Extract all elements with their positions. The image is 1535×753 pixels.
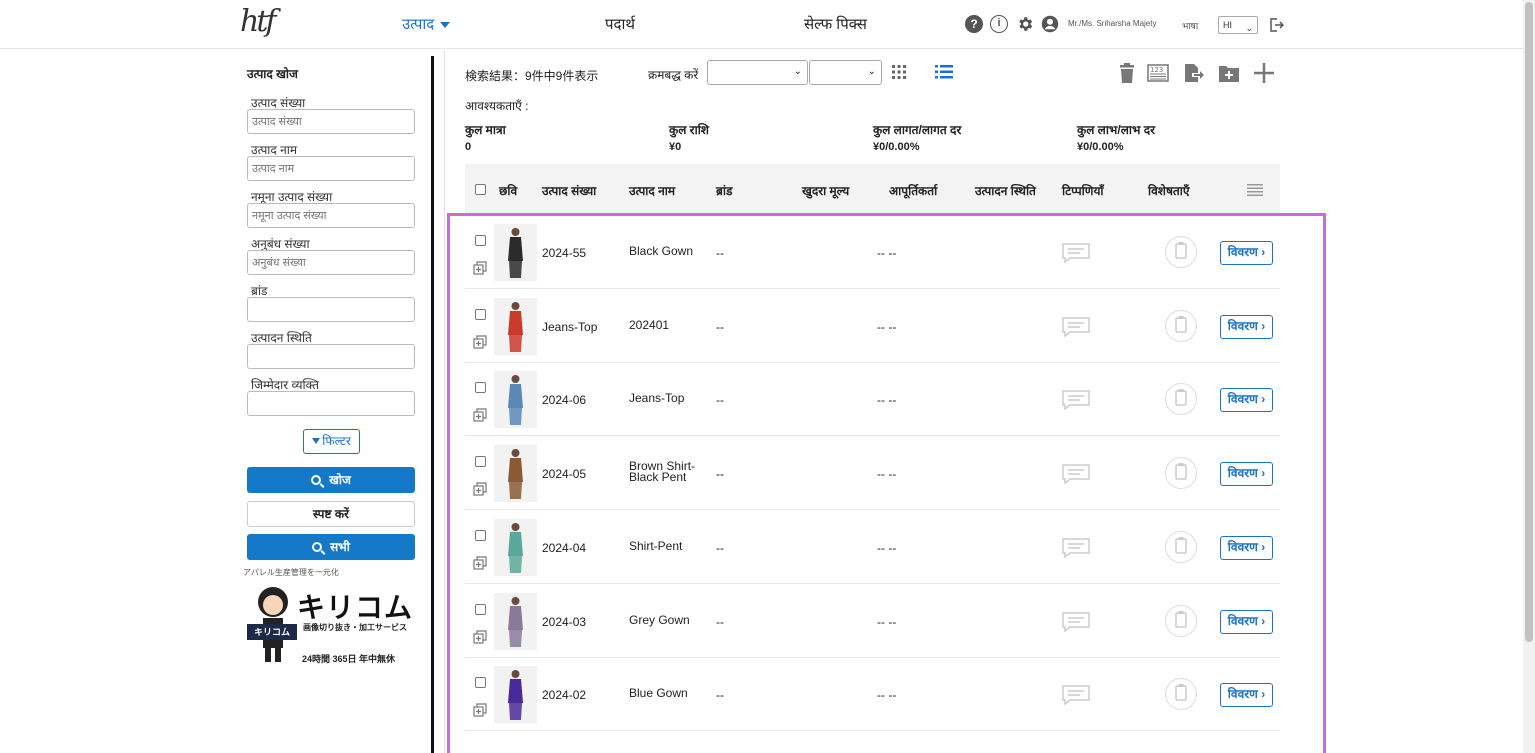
logout-icon[interactable] — [1268, 17, 1285, 33]
sidebar-divider — [431, 56, 434, 753]
col-product-name[interactable]: उत्पाद नाम — [629, 182, 675, 199]
language-select[interactable]: HI ⌄ — [1218, 16, 1258, 34]
col-image[interactable]: छवि — [499, 182, 517, 199]
search-icon — [311, 475, 322, 485]
export-icon[interactable] — [1182, 62, 1204, 84]
sidebar-title: उत्पाद खोज — [247, 67, 298, 81]
col-production-status[interactable]: उत्पादन स्थिति — [975, 182, 1036, 199]
brand-input[interactable] — [247, 297, 415, 322]
search-label: खोज — [329, 473, 351, 487]
col-supplier[interactable]: आपूर्तिकर्ता — [889, 182, 937, 199]
total-cost-value: ¥0/0.00% — [873, 141, 920, 153]
chevron-down-icon: ⌄ — [793, 66, 802, 77]
chevron-down-icon: ⌄ — [867, 66, 876, 77]
product-list-main: 検索結果：9件中9件表示 क्रमबद्ध करें ⌄ ⌄ 123 आवश्य… — [444, 50, 1523, 753]
filter-icon — [312, 438, 321, 444]
list-view-icon[interactable] — [935, 65, 953, 79]
user-avatar-icon[interactable] — [1041, 15, 1059, 33]
table-header: छवि उत्पाद संख्या उत्पाद नाम ब्रांड खुदर… — [465, 164, 1280, 214]
show-all-label: सभी — [330, 540, 350, 554]
requirements-label: आवश्यकताएँ : — [465, 99, 529, 113]
scrollbar-thumb[interactable] — [1525, 2, 1533, 642]
chevron-down-icon: ⌄ — [1245, 23, 1253, 33]
filter-label: फिल्टर — [322, 434, 351, 448]
ad-footer: 24時間 365日 年中無休 — [302, 654, 396, 664]
add-icon[interactable] — [1253, 62, 1275, 84]
col-comments[interactable]: टिप्पणियाँ — [1062, 182, 1104, 199]
sort-label: क्रमबद्ध करें — [648, 68, 699, 82]
svg-text:123: 123 — [1150, 66, 1163, 74]
kiricom-ad-banner[interactable]: キリコム キリコム 画像切り抜き・加工サービス 24時間 365日 年中無休 — [247, 582, 417, 668]
clear-button[interactable]: स्पष्ट करें — [247, 501, 415, 527]
nav-products-label: उत्पाद — [402, 16, 435, 33]
filter-button[interactable]: फिल्टर — [303, 429, 360, 454]
result-count: 検索結果：9件中9件表示 — [465, 69, 599, 83]
grid-view-icon[interactable] — [892, 65, 906, 79]
ad-subtitle: 画像切り抜き・加工サービス — [303, 623, 407, 632]
user-name: Mr./Ms. Sriharsha Majety — [1068, 19, 1157, 28]
chevron-down-icon — [440, 22, 451, 29]
production-status-input[interactable] — [247, 344, 415, 369]
nav-self-picks[interactable]: सेल्फ पिक्स — [804, 14, 867, 34]
page-scrollbar[interactable] — [1523, 0, 1535, 753]
info-icon[interactable]: i — [990, 15, 1008, 33]
search-sidebar: उत्पाद खोज उत्पाद संख्या उत्पाद नाम नमून… — [240, 50, 425, 753]
select-all-checkbox[interactable] — [475, 184, 486, 195]
nav-materials[interactable]: पदार्थ — [605, 14, 635, 34]
language-value: HI — [1223, 20, 1232, 30]
col-product-number[interactable]: उत्पाद संख्या — [542, 182, 596, 199]
total-profit-label: कुल लाभ/लाभ दर — [1077, 123, 1155, 137]
gear-icon[interactable] — [1016, 15, 1034, 33]
column-menu-icon[interactable] — [1247, 184, 1263, 196]
sort-order-select[interactable]: ⌄ — [809, 60, 882, 85]
col-retail-price[interactable]: खुदरा मूल्य — [802, 182, 849, 199]
total-amount-label: कुल राशि — [669, 123, 709, 137]
total-amount-value: ¥0 — [669, 141, 682, 153]
add-folder-icon[interactable] — [1218, 62, 1240, 84]
sort-field-select[interactable]: ⌄ — [707, 60, 808, 85]
search-icon — [312, 542, 323, 552]
language-label: भाषा — [1182, 21, 1199, 31]
app-logo[interactable]: htf — [240, 4, 280, 44]
top-header: htf उत्पाद पदार्थ सेल्फ पिक्स ? i Mr./Ms… — [0, 0, 1523, 49]
show-all-button[interactable]: सभी — [247, 534, 415, 560]
search-button[interactable]: खोज — [247, 467, 415, 493]
selection-highlight — [447, 213, 1326, 753]
ad-title: キリコム — [297, 592, 414, 623]
col-attributes[interactable]: विशेषताएँ — [1148, 182, 1189, 199]
total-cost-label: कुल लागत/लागत दर — [873, 123, 962, 137]
sample-number-input[interactable] — [247, 203, 415, 228]
responsible-person-input[interactable] — [247, 391, 415, 416]
product-name-input[interactable] — [247, 156, 415, 181]
total-quantity-label: कुल मात्रा — [465, 123, 506, 137]
ad-tag: キリコム — [247, 624, 297, 640]
col-brand[interactable]: ब्रांड — [716, 182, 732, 199]
nav-products[interactable]: उत्पाद — [402, 14, 451, 34]
product-number-input[interactable] — [247, 109, 415, 134]
total-quantity-value: 0 — [465, 141, 472, 153]
total-profit-value: ¥0/0.00% — [1077, 141, 1124, 153]
help-icon[interactable]: ? — [965, 15, 983, 33]
trash-icon[interactable] — [1116, 62, 1138, 84]
contract-number-input[interactable] — [247, 250, 415, 275]
ad-caption: アパレル生産管理を一元化 — [243, 568, 339, 577]
barcode-icon[interactable]: 123 — [1147, 62, 1169, 84]
